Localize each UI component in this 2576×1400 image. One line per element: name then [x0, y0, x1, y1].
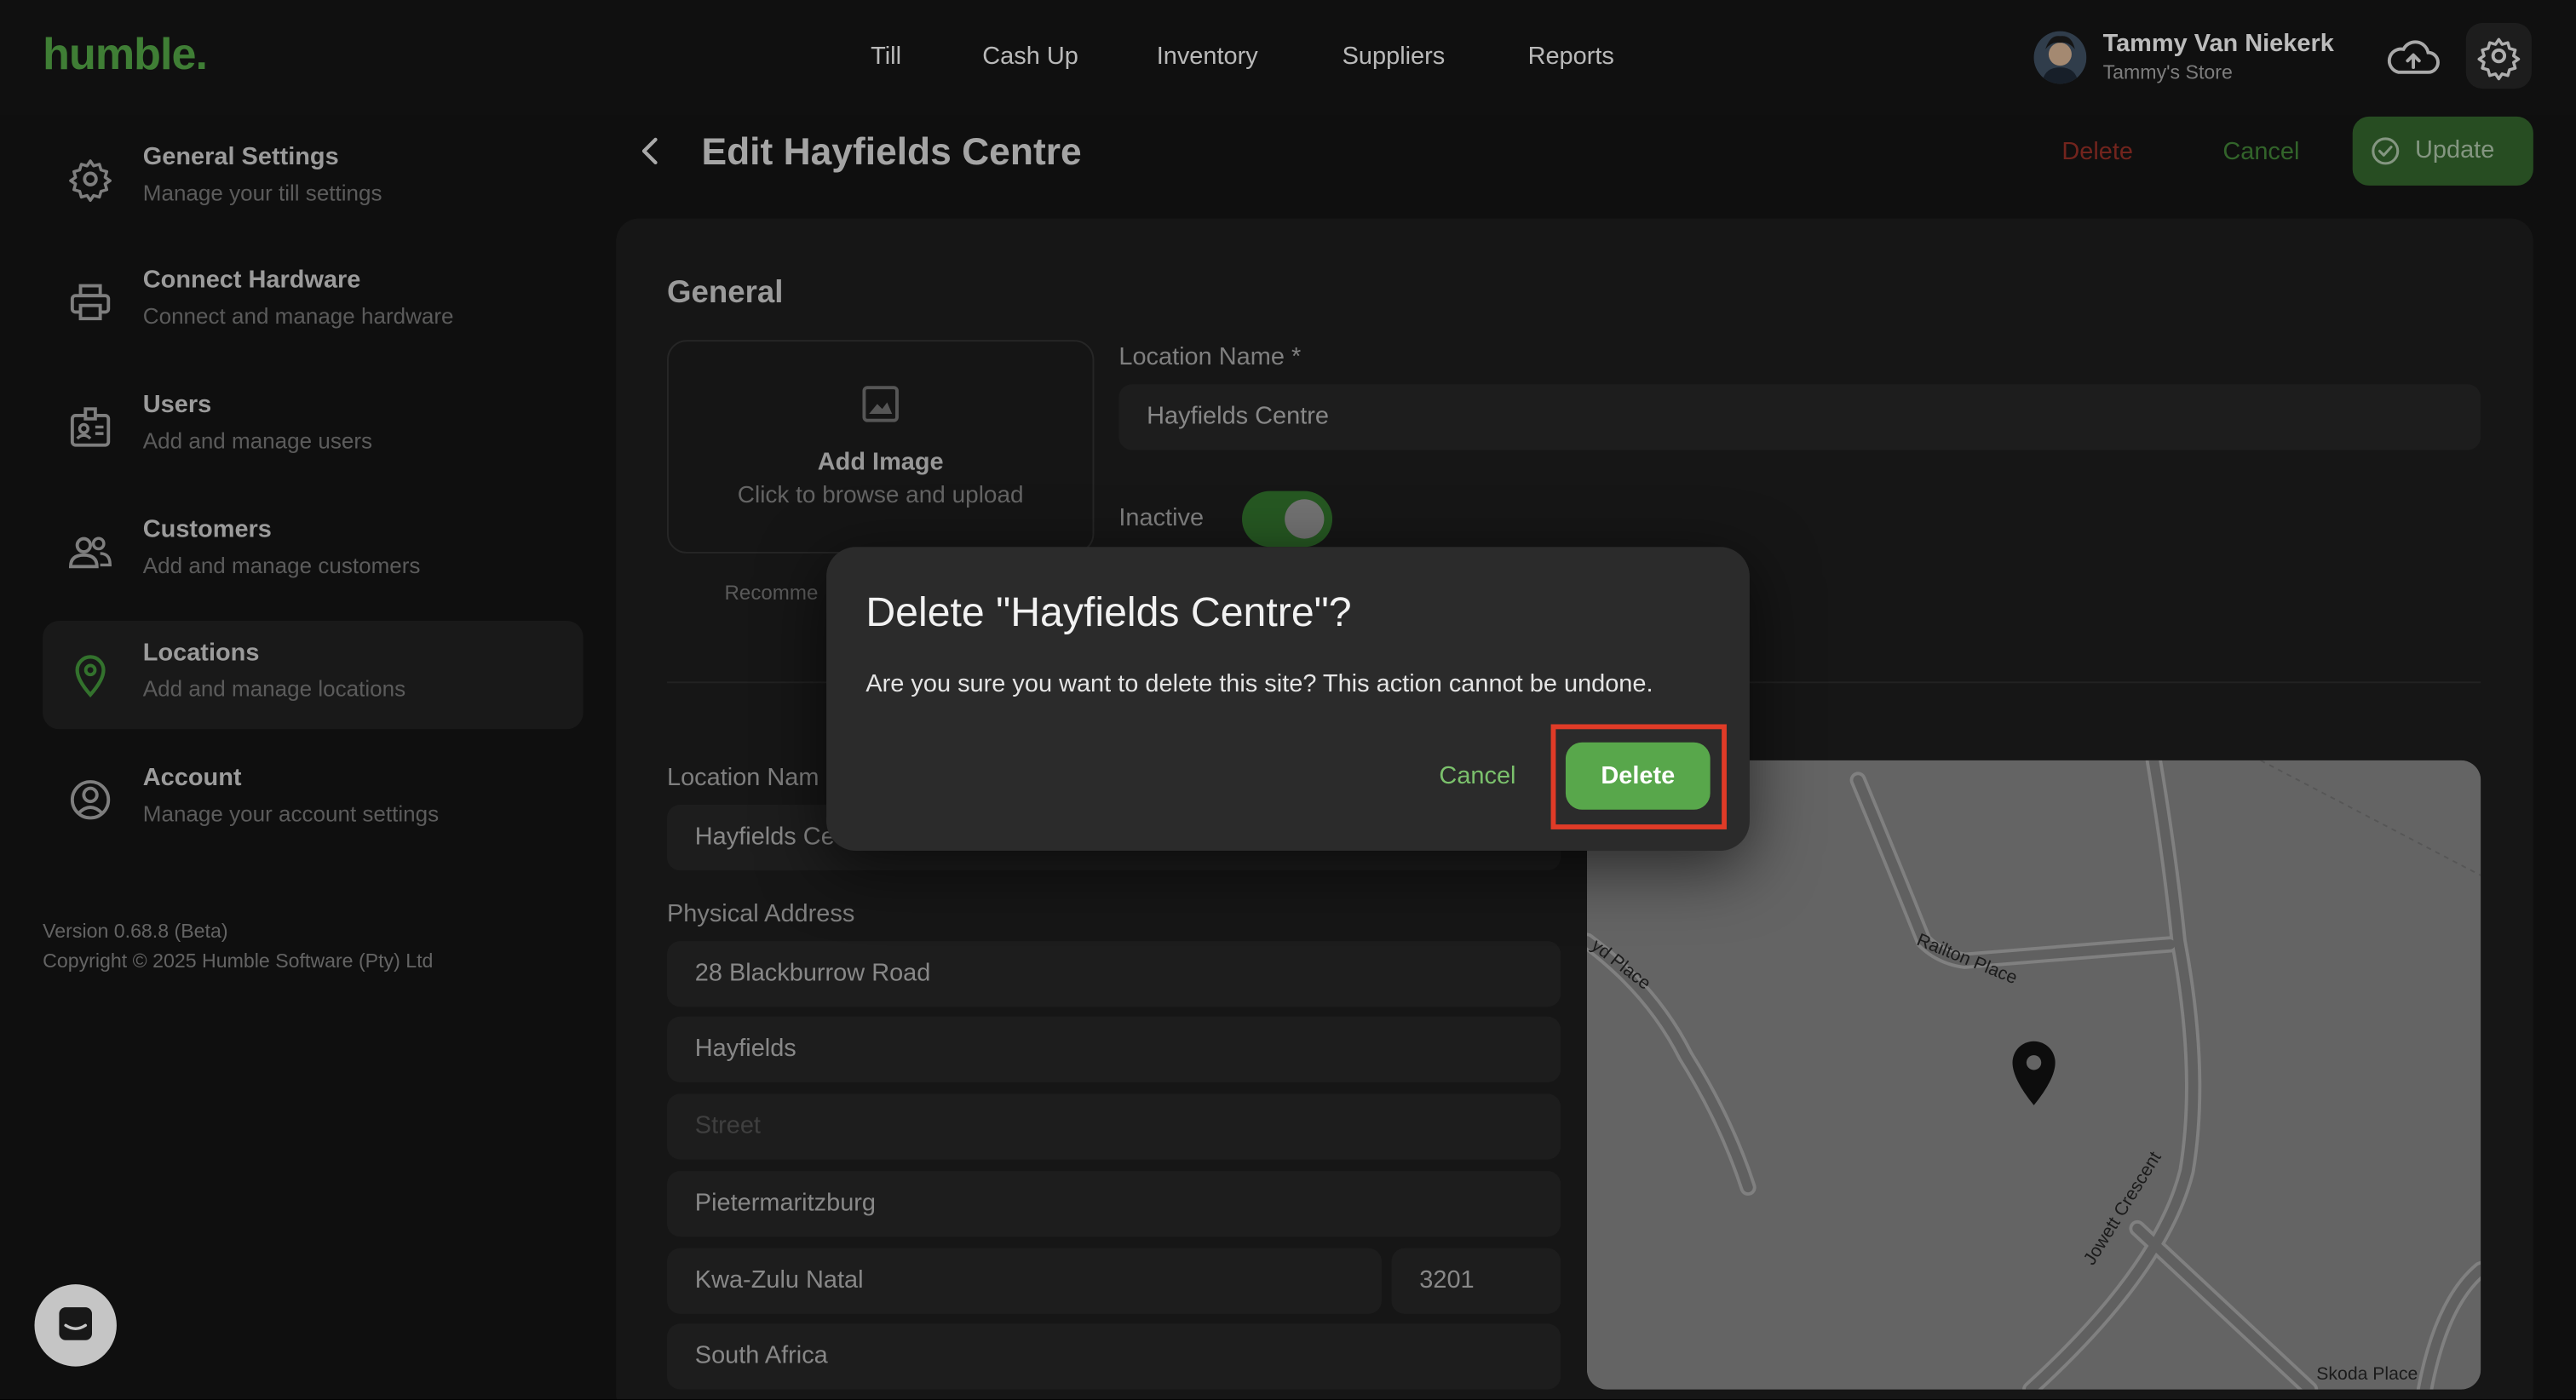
dialog-title: Delete "Hayfields Centre"? — [865, 589, 1352, 636]
dialog-message: Are you sure you want to delete this sit… — [865, 669, 1653, 698]
dialog-cancel-button[interactable]: Cancel — [1439, 762, 1515, 790]
app-window: humble. Till Cash Up Inventory Suppliers… — [0, 0, 2576, 1400]
highlight-box — [1550, 724, 1727, 829]
delete-confirmation-dialog: Delete "Hayfields Centre"? Are you sure … — [826, 547, 1750, 851]
